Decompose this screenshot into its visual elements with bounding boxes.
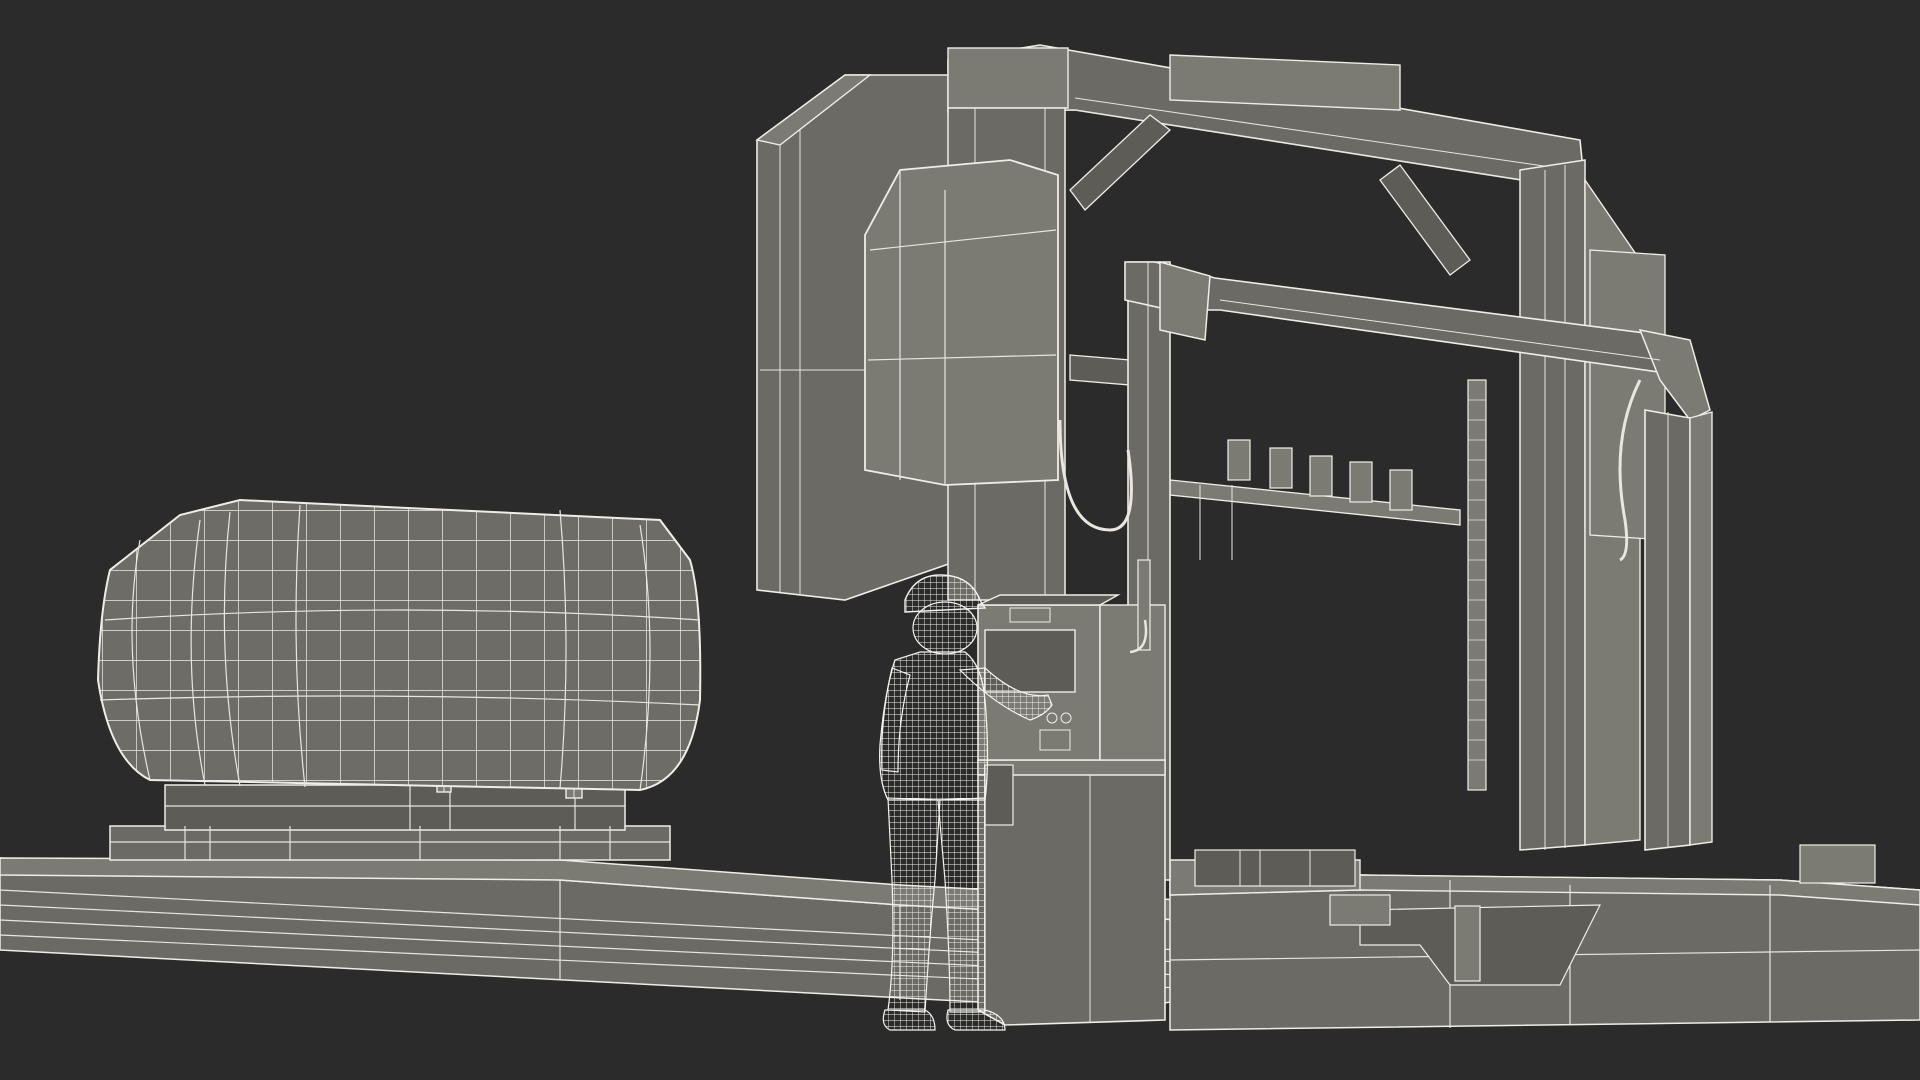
wireframe-scene	[0, 44, 1920, 1031]
log	[96, 498, 702, 792]
control-console	[977, 559, 1166, 1026]
gantry-base	[1169, 844, 1920, 1031]
render-viewport	[0, 0, 1920, 1080]
